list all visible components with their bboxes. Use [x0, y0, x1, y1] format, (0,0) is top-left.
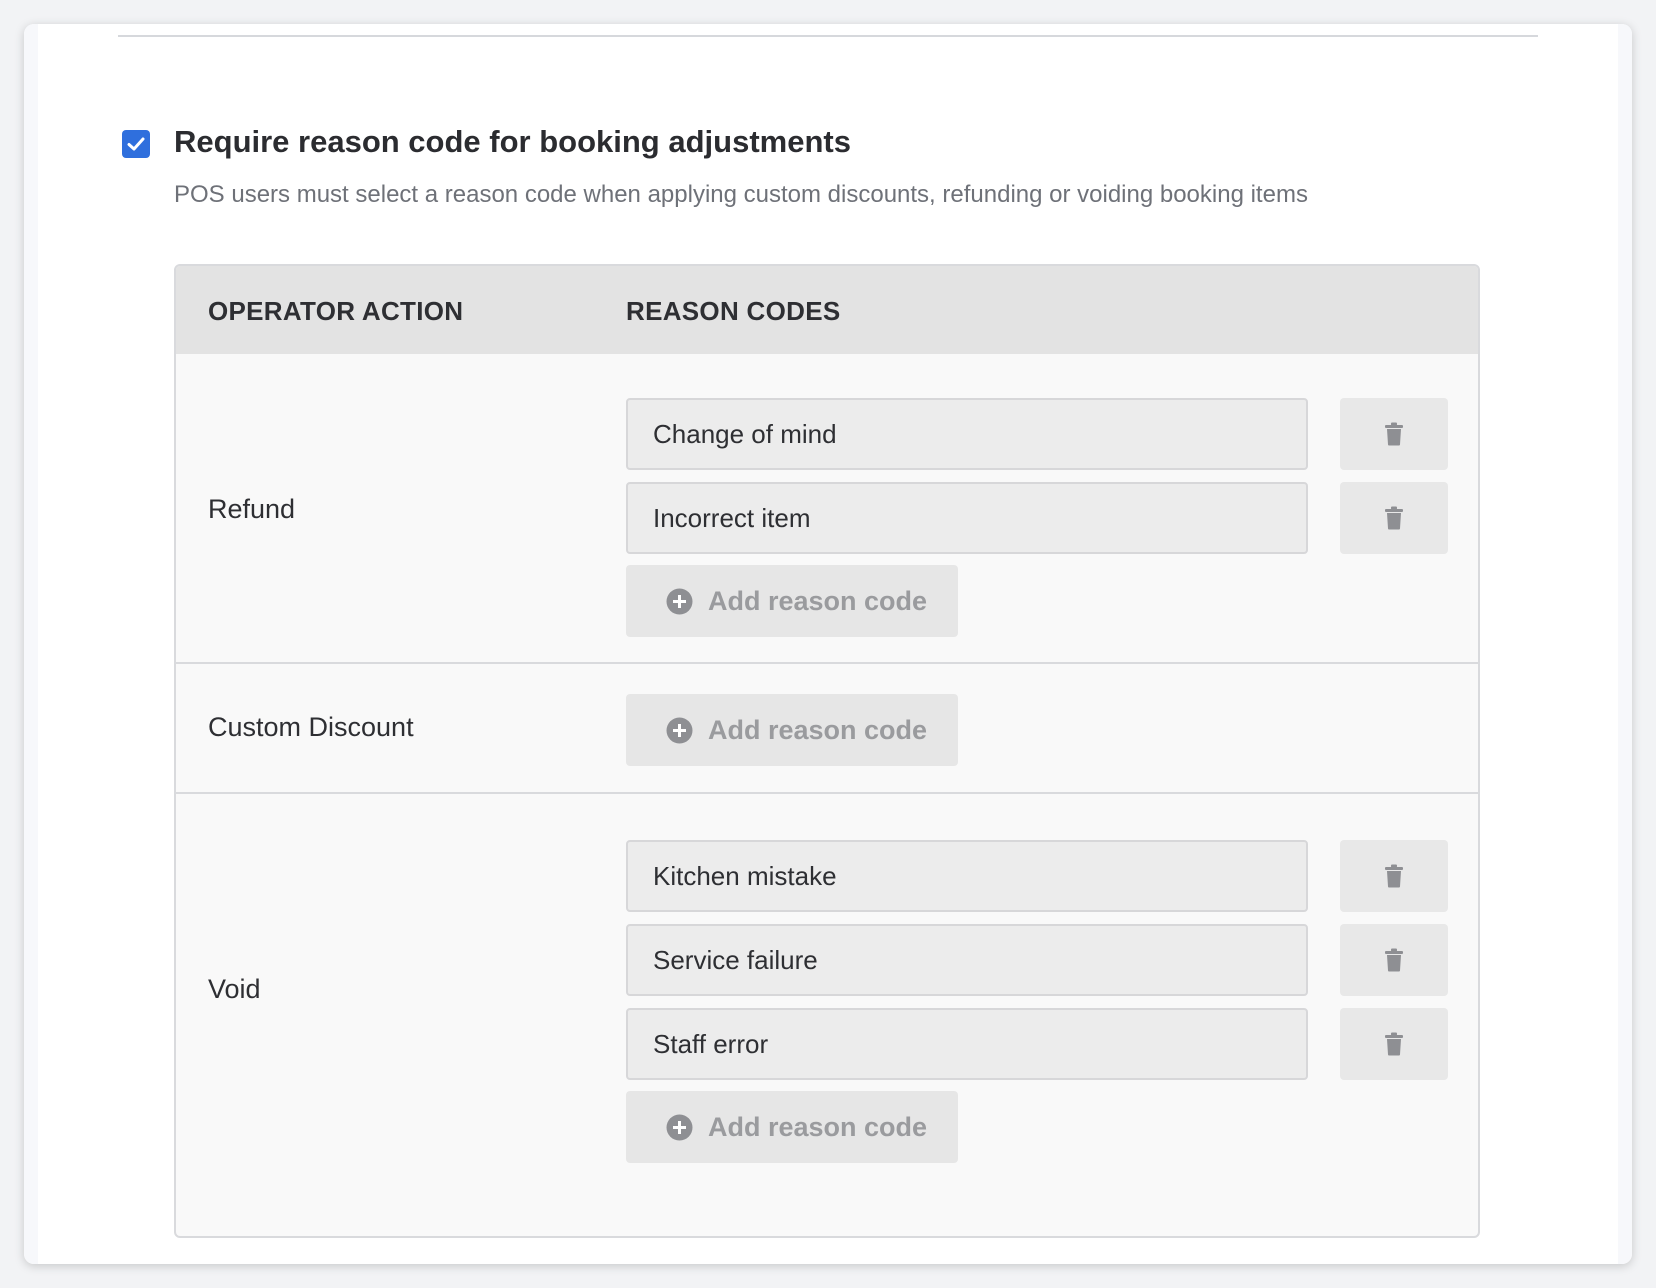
- table-header: OPERATOR ACTION REASON CODES: [176, 266, 1478, 354]
- add-reason-code-label: Add reason code: [708, 585, 928, 616]
- reason-code-input[interactable]: Service failure: [626, 924, 1308, 996]
- reason-code-input[interactable]: Change of mind: [626, 398, 1308, 470]
- add-reason-code-button[interactable]: Add reason code: [626, 1091, 958, 1163]
- section-divider: [118, 35, 1538, 37]
- table-row-custom-discount: Custom Discount Add reason code: [176, 664, 1478, 794]
- plus-circle-icon: [666, 717, 693, 744]
- action-label: Refund: [208, 494, 296, 524]
- setting-title: Require reason code for booking adjustme…: [174, 124, 851, 159]
- action-label: Custom Discount: [208, 712, 414, 742]
- delete-reason-button[interactable]: [1340, 840, 1448, 912]
- add-reason-code-label: Add reason code: [708, 1111, 928, 1142]
- add-reason-code-label: Add reason code: [708, 714, 928, 745]
- trash-icon: [1385, 948, 1403, 972]
- header-operator-action: OPERATOR ACTION: [208, 296, 464, 326]
- trash-icon: [1385, 422, 1403, 446]
- reason-code-input[interactable]: Kitchen mistake: [626, 840, 1308, 912]
- action-label: Void: [208, 974, 261, 1004]
- table-row-refund: Refund Change of mind Incorrect item Add…: [176, 354, 1478, 664]
- check-icon: [127, 137, 145, 151]
- reason-codes-table: OPERATOR ACTION REASON CODES Refund Chan…: [174, 264, 1480, 1238]
- delete-reason-button[interactable]: [1340, 1008, 1448, 1080]
- reason-code-input[interactable]: Staff error: [626, 1008, 1308, 1080]
- add-reason-code-button[interactable]: Add reason code: [626, 694, 958, 766]
- trash-icon: [1385, 864, 1403, 888]
- trash-icon: [1385, 1032, 1403, 1056]
- delete-reason-button[interactable]: [1340, 924, 1448, 996]
- header-reason-codes: REASON CODES: [626, 296, 841, 326]
- table-row-void: Void Kitchen mistake Service failure Sta…: [176, 794, 1478, 1236]
- add-reason-code-button[interactable]: Add reason code: [626, 565, 958, 637]
- plus-circle-icon: [666, 588, 693, 615]
- plus-circle-icon: [666, 1114, 693, 1141]
- setting-description: POS users must select a reason code when…: [174, 181, 1308, 208]
- trash-icon: [1385, 506, 1403, 530]
- delete-reason-button[interactable]: [1340, 398, 1448, 470]
- delete-reason-button[interactable]: [1340, 482, 1448, 554]
- settings-card: Require reason code for booking adjustme…: [24, 24, 1632, 1264]
- reason-code-input[interactable]: Incorrect item: [626, 482, 1308, 554]
- require-reason-checkbox[interactable]: [122, 130, 150, 158]
